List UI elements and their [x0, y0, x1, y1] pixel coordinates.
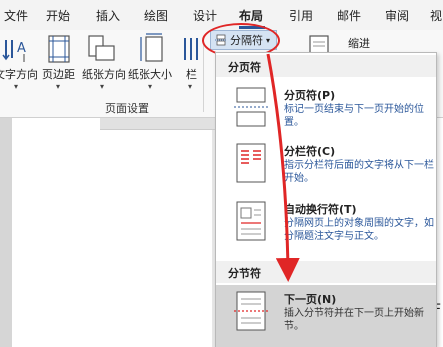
page-breaks-header: 分页符 — [216, 55, 436, 77]
text-wrapping-break-icon — [236, 201, 266, 241]
tab-layout[interactable]: 布局 — [239, 7, 263, 24]
breaks-dropdown-menu: 分页符 分页符(P) 标记一页结束与下一页开始的位置。 分栏符(C) 指示分栏符… — [215, 52, 437, 347]
document-page[interactable] — [12, 118, 212, 347]
chevron-down-icon: ▾ — [56, 82, 61, 91]
tab-references[interactable]: 引用 — [289, 7, 313, 24]
menu-item-page-break[interactable]: 分页符(P) 标记一页结束与下一页开始的位置。 — [216, 81, 436, 133]
text-direction-label: 文字方向 — [0, 68, 38, 81]
column-break-icon — [236, 143, 266, 183]
menu-item-text-wrapping-break[interactable]: 自动换行符(T) 分隔网页上的对象周围的文字，如分隔题注文字与正文。 — [216, 195, 436, 247]
tab-file[interactable]: 文件 — [4, 7, 28, 24]
section-breaks-header: 分节符 — [216, 261, 436, 283]
text-direction-icon: A — [2, 40, 26, 62]
orientation-icon — [88, 35, 115, 61]
menu-item-description: 标记一页结束与下一页开始的位置。 — [284, 104, 424, 128]
columns-icon — [184, 38, 198, 60]
size-label: 纸张大小 — [128, 68, 172, 81]
tab-view[interactable]: 视 — [430, 7, 442, 24]
chevron-down-icon: ▾ — [148, 82, 153, 91]
size-button[interactable]: 纸张大小 ▾ — [128, 30, 176, 100]
tab-mailings[interactable]: 邮件 — [337, 7, 361, 24]
text-direction-button[interactable]: A 文字方向 ▾ — [0, 30, 40, 100]
margins-label: 页边距 — [42, 68, 75, 81]
margins-button[interactable]: 页边距 ▾ — [42, 30, 78, 100]
orientation-button[interactable]: 纸张方向 ▾ — [80, 30, 126, 100]
columns-label: 栏 — [186, 68, 197, 81]
menu-item-title: 自动换行符(T) — [284, 203, 357, 216]
menu-item-description: 分隔网页上的对象周围的文字，如分隔题注文字与正文。 — [284, 218, 434, 242]
chevron-down-icon: ▾ — [14, 82, 19, 91]
next-page-section-break-icon — [234, 291, 268, 331]
tab-review[interactable]: 审阅 — [385, 7, 409, 24]
tab-draw[interactable]: 绘图 — [144, 7, 168, 24]
orientation-label: 纸张方向 — [82, 68, 126, 81]
menu-item-title: 下一页(N) — [284, 293, 337, 306]
menu-item-description: 指示分栏符后面的文字将从下一栏开始。 — [284, 160, 434, 184]
columns-button[interactable]: 栏 ▾ — [180, 30, 202, 100]
tab-insert[interactable]: 插入 — [96, 7, 120, 24]
size-icon — [140, 33, 163, 62]
menu-item-title: 分栏符(C) — [284, 145, 336, 158]
ruler — [100, 118, 222, 130]
document-gutter — [0, 118, 12, 347]
chevron-down-icon: ▾ — [188, 82, 193, 91]
tab-home[interactable]: 开始 — [46, 7, 70, 24]
page-break-icon — [234, 87, 268, 127]
menu-item-column-break[interactable]: 分栏符(C) 指示分栏符后面的文字将从下一栏开始。 — [216, 137, 436, 189]
tab-design[interactable]: 设计 — [193, 7, 217, 24]
svg-text:A: A — [17, 41, 26, 56]
menu-item-title: 分页符(P) — [284, 89, 336, 102]
chevron-down-icon: ▾ — [100, 82, 105, 91]
margins-icon — [48, 35, 70, 63]
group-separator — [203, 36, 204, 112]
page-setup-group-label: 页面设置 — [105, 102, 149, 115]
menu-item-next-page[interactable]: 下一页(N) 插入分节符并在下一页上开始新节。 — [216, 285, 436, 347]
indent-label: 缩进 — [348, 37, 370, 50]
menu-item-description: 插入分节符并在下一页上开始新节。 — [284, 308, 424, 332]
